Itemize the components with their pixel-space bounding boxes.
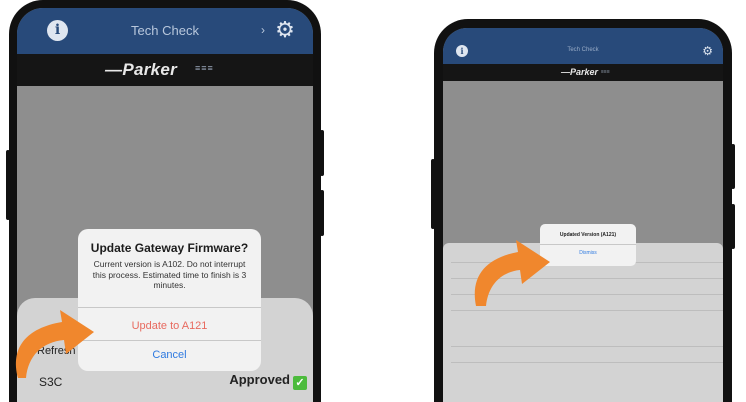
app-header: i Tech Check ⚙ (443, 39, 723, 64)
parker-logo: —Parker (105, 60, 178, 79)
phone-frame-right: i Tech Check ⚙ —Parker ≡≡≡ Updated Versi… (431, 19, 735, 402)
divider (78, 307, 261, 308)
curved-arrow-icon (474, 240, 550, 306)
app-header: i Tech Check › ⚙ (17, 8, 313, 54)
brand-bar: —Parker ≡≡≡ (17, 54, 313, 86)
app-screen-right: i Tech Check ⚙ —Parker ≡≡≡ Updated Versi… (443, 28, 723, 402)
gear-icon[interactable]: ⚙ (702, 44, 713, 58)
divider (451, 346, 723, 347)
parker-logo: —Parker (561, 67, 599, 77)
curved-arrow-icon (15, 310, 94, 378)
power-button (731, 144, 735, 189)
firmware-update-alert: Update Gateway Firmware? Current version… (78, 229, 261, 371)
brand-mark: ≡≡≡ (195, 63, 214, 73)
side-button (731, 204, 735, 249)
divider (78, 340, 261, 341)
alert-message: Current version is A102. Do not interrup… (92, 259, 247, 290)
update-firmware-button[interactable]: Update to A121 (78, 315, 261, 337)
tutorial-stage: i Tech Check › ⚙ —Parker ≡≡≡ Refresh S3C… (0, 0, 746, 402)
gear-icon[interactable]: ⚙ (273, 18, 297, 42)
chevron-right-icon: › (261, 23, 265, 37)
check-icon: ✓ (293, 376, 307, 390)
volume-button (431, 159, 435, 229)
divider (451, 362, 723, 363)
app-title: Tech Check (131, 23, 199, 38)
side-button (320, 190, 324, 236)
cancel-button[interactable]: Cancel (78, 344, 261, 366)
status-badge: Approved ✓ (229, 372, 307, 390)
power-button (320, 130, 324, 176)
status-bar (443, 28, 723, 39)
brand-mark: ≡≡≡ (601, 69, 610, 75)
brand-bar: —Parker ≡≡≡ (443, 64, 723, 81)
status-text: Approved (229, 372, 290, 387)
volume-button (6, 150, 10, 220)
alert-title: Update Gateway Firmware? (90, 241, 249, 255)
app-title: Tech Check (567, 47, 599, 53)
divider (451, 310, 723, 311)
